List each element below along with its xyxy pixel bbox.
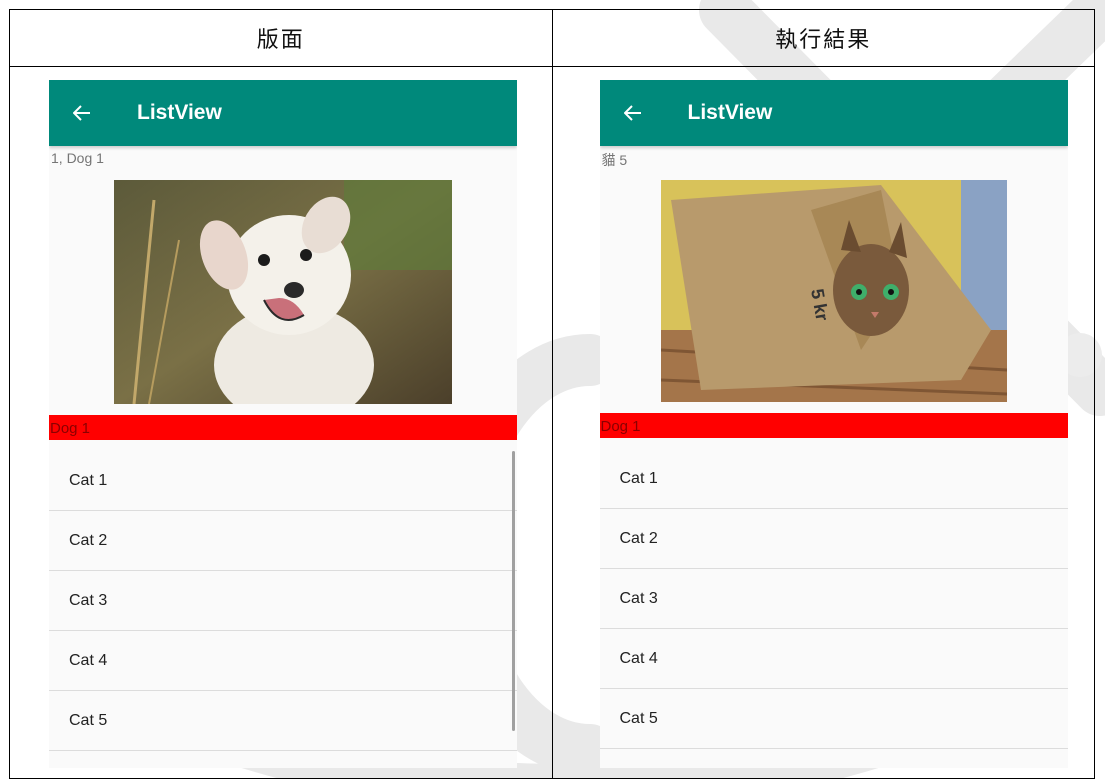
app-title: ListView bbox=[687, 101, 773, 124]
layout-phone-screen: ListView 1, Dog 1 Dog 1 Cat 1 Cat 2 Cat … bbox=[49, 80, 517, 768]
list-item[interactable]: Cat 4 bbox=[599, 629, 1068, 689]
list-item[interactable]: Cat 2 bbox=[49, 511, 517, 571]
list-item[interactable]: Cat 2 bbox=[599, 509, 1068, 569]
result-phone-screen: ListView 貓 5 5 kr Dog 1 Cat 1 Cat 2 Cat … bbox=[599, 80, 1068, 768]
app-bar: ListView bbox=[49, 80, 517, 146]
list-item[interactable]: Cat 1 bbox=[599, 449, 1068, 509]
red-label-bar: Dog 1 bbox=[49, 415, 517, 440]
list-item[interactable]: Cat 1 bbox=[49, 451, 517, 511]
item-caption: 貓 5 bbox=[601, 152, 628, 168]
list-item[interactable]: Cat 5 bbox=[49, 691, 517, 751]
result-cell: ListView 貓 5 5 kr Dog 1 Cat 1 Cat 2 Cat … bbox=[551, 66, 1095, 779]
red-label-bar: Dog 1 bbox=[599, 413, 1068, 438]
document-table: 版面 執行結果 ListView 1, Dog 1 Dog 1 Cat 1 Ca… bbox=[9, 9, 1095, 779]
item-caption: 1, Dog 1 bbox=[51, 150, 104, 166]
cat-list: Cat 1 Cat 2 Cat 3 Cat 4 Cat 5 bbox=[49, 451, 517, 751]
list-item[interactable]: Cat 4 bbox=[49, 631, 517, 691]
scrollbar[interactable] bbox=[512, 451, 515, 731]
back-arrow-icon[interactable] bbox=[73, 101, 97, 125]
cat-list: Cat 1 Cat 2 Cat 3 Cat 4 Cat 5 bbox=[599, 449, 1068, 749]
back-arrow-icon[interactable] bbox=[623, 101, 648, 125]
list-item[interactable]: Cat 3 bbox=[599, 569, 1068, 629]
dog-photo bbox=[114, 180, 452, 404]
list-item[interactable]: Cat 5 bbox=[599, 689, 1068, 749]
layout-cell: ListView 1, Dog 1 Dog 1 Cat 1 Cat 2 Cat … bbox=[9, 66, 553, 779]
cat-in-bag-photo: 5 kr bbox=[660, 180, 1007, 402]
app-title: ListView bbox=[137, 101, 222, 124]
list-item[interactable]: Cat 3 bbox=[49, 571, 517, 631]
header-result: 執行結果 bbox=[551, 9, 1095, 67]
app-bar: ListView bbox=[599, 80, 1068, 146]
header-layout: 版面 bbox=[9, 9, 553, 67]
